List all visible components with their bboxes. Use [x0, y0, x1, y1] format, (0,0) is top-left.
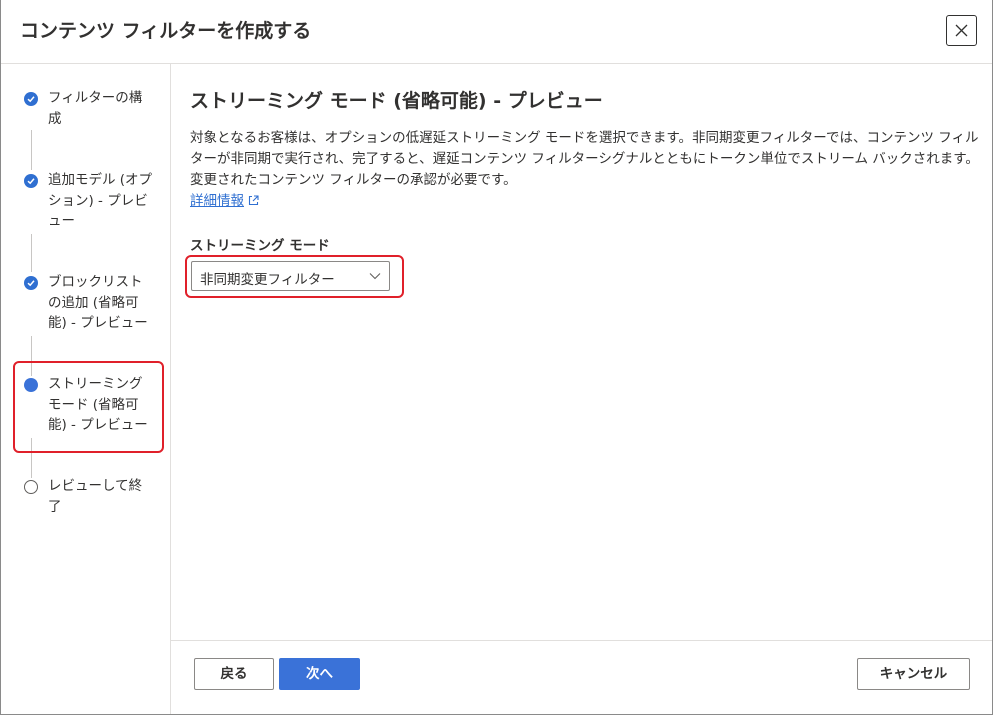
close-button[interactable]: [946, 15, 977, 46]
step-label: ブロックリストの追加 (省略可能) - プレビュー: [48, 274, 148, 331]
external-link-icon: [248, 195, 259, 206]
main-content: ストリーミング モード (省略可能) - プレビュー 対象となるお客様は、オプシ…: [171, 64, 992, 640]
step-connector: [31, 234, 32, 272]
checkmark-icon: [24, 276, 38, 290]
checkmark-icon: [24, 174, 38, 188]
description: 対象となるお客様は、オプションの低遅延ストリーミング モードを選択できます。非同…: [190, 128, 980, 212]
section-title: ストリーミング モード (省略可能) - プレビュー: [190, 90, 603, 112]
dialog-title: コンテンツ フィルターを作成する: [20, 20, 312, 42]
dialog-footer: 戻る 次へ キャンセル: [171, 640, 992, 715]
description-text: 対象となるお客様は、オプションの低遅延ストリーミング モードを選択できます。非同…: [190, 130, 979, 188]
pending-step-icon: [24, 480, 38, 494]
dropdown-highlight: [185, 255, 404, 298]
wizard-steps: フィルターの構成 追加モデル (オプション) - プレビュー ブロックリストの追…: [1, 64, 171, 714]
step-label: 追加モデル (オプション) - プレビュー: [48, 172, 153, 229]
cancel-button[interactable]: キャンセル: [857, 658, 970, 690]
step-connector: [31, 130, 32, 170]
dialog-header: コンテンツ フィルターを作成する: [1, 0, 992, 64]
back-button[interactable]: 戻る: [194, 658, 274, 690]
current-step-highlight: [13, 361, 164, 453]
learn-more-link[interactable]: 詳細情報: [190, 193, 244, 209]
checkmark-icon: [24, 92, 38, 106]
step-label: レビューして終了: [48, 478, 143, 515]
streaming-mode-label: ストリーミング モード: [190, 238, 330, 254]
next-button[interactable]: 次へ: [279, 658, 360, 690]
create-content-filter-dialog: コンテンツ フィルターを作成する フィルターの構成 追加モデル (オプション) …: [0, 0, 993, 715]
close-icon: [955, 24, 968, 37]
step-label: フィルターの構成: [48, 90, 143, 127]
